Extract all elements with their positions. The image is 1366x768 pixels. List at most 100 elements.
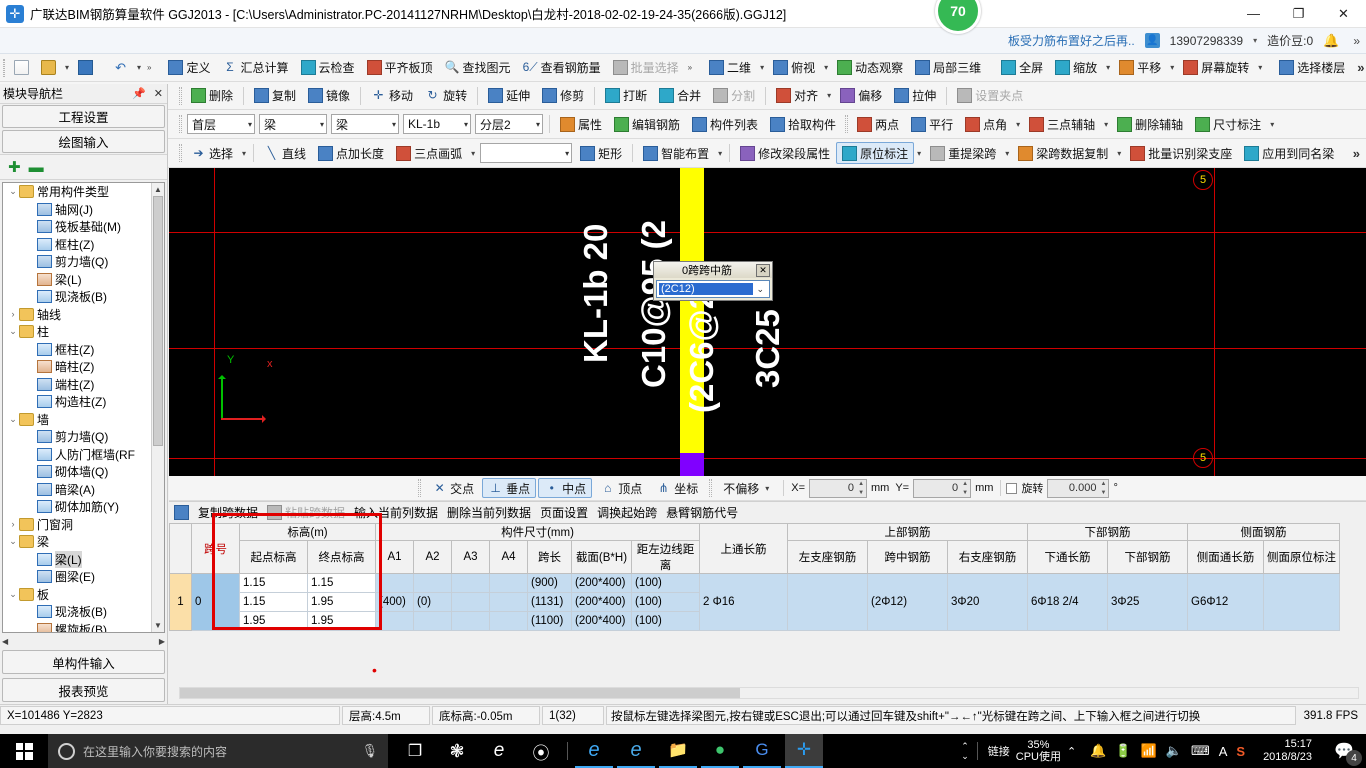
view-2d-button[interactable]: 二维 [703, 57, 757, 79]
layer-select[interactable]: 分层2 ▾ [475, 114, 543, 134]
select-dropdown-icon[interactable]: ▾ [239, 149, 249, 158]
header-start-elev[interactable]: 起点标高 [239, 540, 308, 574]
tree-item-hidden-beam-icon[interactable]: 暗梁(A) [3, 481, 151, 499]
toolbar-draw-grip[interactable] [179, 144, 182, 162]
spin-down-icon[interactable]: ▼ [962, 490, 968, 496]
promo-link[interactable]: 板受力筋布置好之后再.. [1008, 32, 1135, 49]
account-phone[interactable]: 13907298339 [1170, 34, 1243, 48]
cell-a4[interactable] [489, 592, 528, 612]
in-place-annotate-button[interactable]: 原位标注 [836, 142, 915, 164]
header-top-rebar-group[interactable]: 上部钢筋 [787, 523, 1028, 541]
task-view-icon[interactable]: ❐ [396, 734, 434, 768]
align-slab-top-button[interactable]: 平齐板顶 [361, 57, 439, 79]
header-span-length[interactable]: 跨长 [527, 540, 572, 574]
cell-a2[interactable] [413, 611, 452, 631]
hscroll-left-icon[interactable]: ◀ [2, 637, 8, 646]
pick-component-button[interactable]: 拾取构件 [764, 113, 842, 135]
floor-select[interactable]: 首层 ▾ [187, 114, 255, 134]
cell-a3[interactable] [451, 592, 490, 612]
chevron-down-icon[interactable]: ⌄ [7, 536, 19, 547]
header-left-support[interactable]: 左支座钢筋 [787, 540, 868, 574]
break-button[interactable]: 打断 [599, 85, 653, 107]
search-box[interactable]: 在这里输入你要搜索的内容 🎙 [48, 734, 388, 768]
cell-left-edge-distance[interactable]: (100) [631, 592, 700, 612]
new-file-button[interactable] [8, 57, 35, 79]
x-offset-input[interactable]: 0 ▲ ▼ [809, 478, 868, 498]
battery-icon[interactable]: 🔋 [1115, 743, 1131, 759]
stretch-button[interactable]: 拉伸 [888, 85, 942, 107]
local-3d-button[interactable]: 局部三维 [909, 57, 987, 79]
tree-folder[interactable]: ⌄ 常用构件类型 [3, 183, 151, 201]
chevron-down-icon[interactable]: ▾ [1253, 36, 1257, 45]
align-dropdown-icon[interactable]: ▾ [824, 91, 834, 100]
page-setup-action[interactable]: 页面设置 [540, 504, 588, 521]
three-point-axis-button[interactable]: 三点辅轴 [1023, 113, 1101, 135]
user-avatar-icon[interactable]: 👤 [1144, 33, 1160, 48]
tree-folder[interactable]: ⌄ 梁 [3, 533, 151, 551]
grid-hscroll-thumb[interactable] [180, 688, 740, 698]
header-left-edge-dist[interactable]: 距左边线距离 [631, 540, 700, 574]
tree-item-ring-beam-icon[interactable]: 圈梁(E) [3, 568, 151, 586]
offset-group-grip[interactable] [709, 479, 713, 497]
header-section[interactable]: 截面(B*H) [571, 540, 632, 574]
sogou-pinyin-icon[interactable]: ❃ [438, 734, 476, 768]
tree-horizontal-scrollbar[interactable]: ◀ ▶ [0, 635, 167, 648]
grid-scroll-viewport[interactable]: 跨号 标高(m) 构件尺寸(mm) 上通长筋 上部钢筋 下部钢筋 侧面钢筋 起点标高 终点标高 A… [169, 523, 1366, 683]
minimize-button[interactable]: — [1231, 0, 1276, 28]
undo-button[interactable]: ↶ [107, 57, 134, 79]
inline-input-popup[interactable]: 0跨跨中筋 ✕ (2C12) ⌄ [653, 261, 773, 301]
re-extract-span-button[interactable]: 重提梁跨 [924, 142, 1002, 164]
copy-span-data-button[interactable]: 梁跨数据复制 [1012, 142, 1114, 164]
apply-same-name-beam-button[interactable]: 应用到同名梁 [1238, 142, 1340, 164]
zoom-button[interactable]: 缩放 [1049, 57, 1103, 79]
spin-up-icon[interactable]: ▲ [1100, 481, 1106, 487]
tree-item-beam-icon[interactable]: 梁(L) [3, 550, 151, 569]
align-button[interactable]: 对齐 [770, 85, 824, 107]
three-point-axis-dropdown-icon[interactable]: ▾ [1101, 120, 1111, 129]
header-a4[interactable]: A4 [489, 540, 528, 574]
snap-perpendicular-button[interactable]: ⊥ 垂点 [482, 478, 537, 498]
cell-a4[interactable] [489, 611, 528, 631]
tree-folder[interactable]: ⌄ 板 [3, 586, 151, 604]
chevron-down-icon[interactable]: ⌄ [7, 589, 19, 600]
close-button[interactable]: ✕ [1321, 0, 1366, 28]
spin-up-icon[interactable]: ▲ [962, 481, 968, 487]
delete-aux-axis-button[interactable]: 删除辅轴 [1111, 113, 1189, 135]
cloud-check-button[interactable]: 云检查 [295, 57, 361, 79]
pin-icon[interactable]: 📌 [128, 87, 150, 100]
cell-section[interactable]: (200*400) [571, 592, 632, 612]
cantilever-code-action[interactable]: 悬臂钢筋代号 [666, 504, 738, 521]
find-element-button[interactable]: 🔍 查找图元 [439, 57, 517, 79]
project-settings-button[interactable]: 工程设置 [2, 105, 165, 128]
select-floor-button[interactable]: 选择楼层 [1273, 57, 1351, 79]
drawing-input-button[interactable]: 绘图输入 [2, 130, 165, 153]
cell-a3[interactable] [451, 611, 490, 631]
scroll-thumb[interactable] [153, 196, 163, 446]
maximize-button[interactable]: ❐ [1276, 0, 1321, 28]
header-bottom-rebar-group[interactable]: 下部钢筋 [1027, 523, 1188, 541]
save-button[interactable] [72, 57, 99, 79]
tree-item-slab-icon[interactable]: 现浇板(B) [3, 603, 151, 621]
grid-corner-header[interactable] [169, 523, 192, 574]
sogou-s-icon[interactable]: S [1236, 744, 1245, 759]
dimension-dropdown-icon[interactable]: ▾ [1267, 120, 1277, 129]
merge-button[interactable]: 合并 [653, 85, 707, 107]
expand-all-icon[interactable]: ✚ [8, 158, 21, 176]
snap-coordinate-button[interactable]: ⋔ 坐标 [650, 478, 704, 498]
tree-folder[interactable]: ⌄ 柱 [3, 323, 151, 341]
tree-item-frame-column-icon[interactable]: 框柱(Z) [3, 341, 151, 359]
move-button[interactable]: ✛ 移动 [365, 85, 419, 107]
axis-label-top[interactable]: 5 [1193, 170, 1213, 190]
chevron-down-icon[interactable]: ⌄ [7, 186, 19, 197]
top-view-button[interactable]: 俯视 [767, 57, 821, 79]
view-rebar-qty-button[interactable]: 6⟋ 查看钢筋量 [517, 57, 607, 79]
fullscreen-button[interactable]: 全屏 [995, 57, 1049, 79]
chevron-right-icon[interactable]: › [7, 309, 19, 319]
copy-span-data-action[interactable]: 复制跨数据 [198, 504, 258, 521]
toolbar-component-grip[interactable] [179, 115, 182, 133]
wifi-icon[interactable]: 📶 [1141, 743, 1157, 759]
extend-button[interactable]: 延伸 [482, 85, 536, 107]
cell-start-elevation[interactable]: 1.15 [239, 573, 308, 593]
ggj-app-icon[interactable]: ✛ [785, 734, 823, 768]
ie-browser2-icon[interactable]: e [617, 734, 655, 768]
